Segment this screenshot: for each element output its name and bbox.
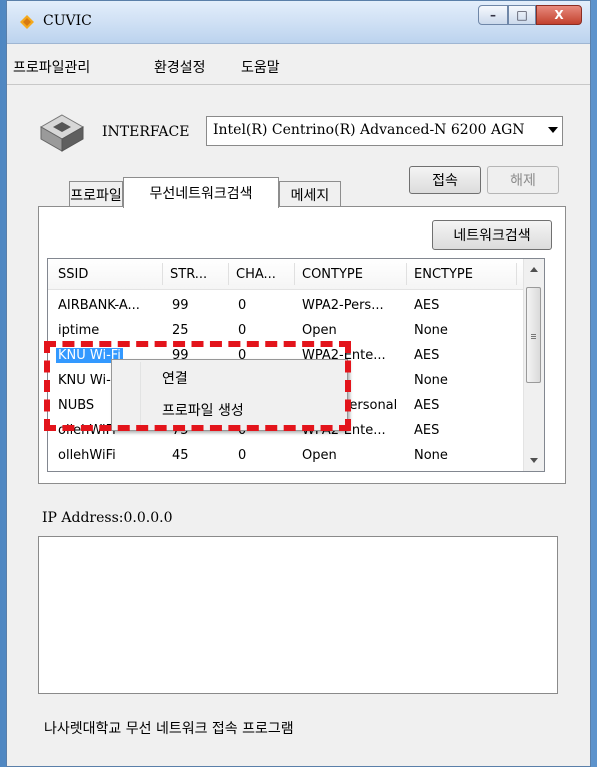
minimize-button[interactable]: – xyxy=(478,5,508,25)
app-logo-icon xyxy=(20,15,34,29)
cell-enctype: AES xyxy=(414,298,440,313)
context-connect-item[interactable]: 연결 xyxy=(162,368,188,388)
disconnect-button[interactable]: 해제 xyxy=(487,166,559,194)
column-channel[interactable]: CHA... xyxy=(236,267,276,282)
cell-enctype: None xyxy=(414,323,448,338)
cell-ssid: iptime xyxy=(58,323,100,338)
cell-enctype: AES xyxy=(414,423,440,438)
cell-enctype: AES xyxy=(414,398,440,413)
menu-help[interactable]: 도움말 xyxy=(241,57,280,77)
context-menu: 연결 프로파일 생성 xyxy=(111,359,348,431)
cell-contype: Personal xyxy=(342,398,398,413)
cell-contype: Open xyxy=(302,448,337,463)
cell-ssid: AIRBANK-A... xyxy=(58,298,140,313)
cell-ssid: NUBS xyxy=(58,398,95,413)
connect-button[interactable]: 접속 xyxy=(409,166,481,194)
ip-address-label: IP Address:0.0.0.0 xyxy=(42,510,173,526)
interface-selected-value: Intel(R) Centrino(R) Advanced-N 6200 AGN xyxy=(213,122,525,138)
menu-divider xyxy=(7,84,590,85)
cell-channel: 0 xyxy=(238,323,247,338)
grip-icon xyxy=(531,334,536,335)
cell-strength: 25 xyxy=(172,323,189,338)
cell-strength: 45 xyxy=(172,448,189,463)
maximize-icon: □ xyxy=(516,8,528,22)
network-scan-button[interactable]: 네트워크검색 xyxy=(432,220,552,250)
table-row[interactable]: AIRBANK-A... 99 0 WPA2-Pers... AES xyxy=(48,294,524,319)
scroll-down-icon[interactable] xyxy=(530,458,538,463)
table-row[interactable]: iptime 25 0 Open None xyxy=(48,319,524,344)
cell-enctype: None xyxy=(414,373,448,388)
message-log-area[interactable] xyxy=(38,536,558,694)
cell-channel: 0 xyxy=(238,298,247,313)
list-scrollbar[interactable] xyxy=(523,259,544,471)
column-strength[interactable]: STR... xyxy=(170,267,207,282)
chevron-down-icon xyxy=(548,127,558,133)
interface-label: INTERFACE xyxy=(102,124,190,140)
menu-bar: 프로파일관리 환경설정 도움말 xyxy=(7,53,590,79)
cell-enctype: None xyxy=(414,448,448,463)
tab-messages[interactable]: 메세지 xyxy=(279,181,341,207)
window-title: CUVIC xyxy=(43,13,92,29)
close-icon: X xyxy=(554,8,564,22)
maximize-button[interactable]: □ xyxy=(508,5,536,25)
table-row[interactable]: ollehWiFi 45 0 Open None xyxy=(48,444,524,469)
cell-channel: 0 xyxy=(238,448,247,463)
title-bar[interactable]: CUVIC – □ X xyxy=(7,1,590,44)
scrollbar-thumb[interactable] xyxy=(526,287,541,383)
cell-contype: WPA2-Pers... xyxy=(302,298,384,313)
cell-contype: Open xyxy=(302,323,337,338)
cell-ssid: ollehWiFi xyxy=(58,448,116,463)
cell-ssid: ollehWiFi xyxy=(58,423,116,438)
list-header: SSID STR... CHA... CONTYPE ENCTYPE xyxy=(48,259,524,290)
tab-profile[interactable]: 프로파일 xyxy=(69,181,123,207)
context-create-profile-item[interactable]: 프로파일 생성 xyxy=(162,400,244,420)
status-text: 나사렛대학교 무선 네트워크 접속 프로그램 xyxy=(44,721,294,737)
minimize-icon: – xyxy=(490,8,496,22)
network-cube-icon xyxy=(39,114,85,152)
menu-gutter xyxy=(140,362,141,428)
column-enctype[interactable]: ENCTYPE xyxy=(414,267,473,282)
interface-select[interactable]: Intel(R) Centrino(R) Advanced-N 6200 AGN xyxy=(206,116,563,146)
menu-settings[interactable]: 환경설정 xyxy=(154,57,206,77)
column-contype[interactable]: CONTYPE xyxy=(302,267,363,282)
close-button[interactable]: X xyxy=(536,5,582,25)
scroll-up-icon[interactable] xyxy=(530,267,538,272)
menu-profile-manage[interactable]: 프로파일관리 xyxy=(13,57,90,77)
column-ssid[interactable]: SSID xyxy=(58,267,88,282)
tab-wireless-scan[interactable]: 무선네트워크검색 xyxy=(123,177,279,208)
cell-strength: 99 xyxy=(172,298,189,313)
cell-enctype: AES xyxy=(414,348,440,363)
